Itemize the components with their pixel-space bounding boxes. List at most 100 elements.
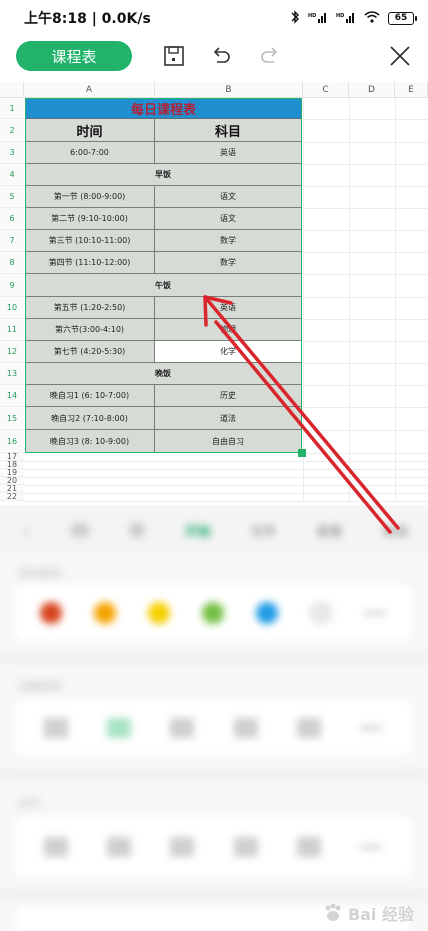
time-cell-row-7[interactable]: 第三节 (10:10-11:00): [25, 230, 155, 252]
panel-tab-file[interactable]: 文件: [251, 521, 277, 540]
emoji-icon[interactable]: [129, 522, 146, 538]
color-orange[interactable]: [94, 601, 116, 624]
row-header-22[interactable]: 22: [0, 492, 24, 501]
watermark-text: Bai 经验: [347, 905, 414, 924]
row-header-10[interactable]: 10: [0, 297, 24, 319]
undo-icon[interactable]: [207, 42, 235, 70]
row-header-4[interactable]: 4: [0, 164, 24, 186]
paw-icon: [325, 903, 341, 921]
time-cell-row-6[interactable]: 第二节 (9:10-10:00): [25, 208, 155, 230]
align-option-5[interactable]: [296, 837, 321, 857]
time-cell-row-5[interactable]: 第一节 (8:00-9:00): [25, 186, 155, 208]
panel-tab-start[interactable]: 开始: [185, 521, 211, 540]
row-header-1[interactable]: 1: [0, 98, 24, 119]
save-icon[interactable]: [160, 42, 188, 70]
baidu-watermark: Bai 经验: [322, 901, 414, 925]
time-cell-row-11[interactable]: 第六节(3:00-4:10): [25, 319, 155, 341]
subject-cell-row-16[interactable]: 自由自习: [155, 430, 302, 453]
align-option-1[interactable]: [43, 837, 68, 857]
row-header-7[interactable]: 7: [0, 230, 24, 252]
header-subject-cell[interactable]: 科目: [155, 119, 302, 142]
collapse-icon[interactable]: ⌄: [20, 522, 32, 538]
merged-cell-row-4[interactable]: 早饭: [25, 164, 302, 186]
row-header-6[interactable]: 6: [0, 208, 24, 230]
svg-text:HD: HD: [308, 13, 316, 19]
more-align-icon[interactable]: [360, 845, 383, 849]
status-bar: 上午8:18 | 0.0K/s HD HD 65: [0, 0, 428, 36]
corner-cell[interactable]: [0, 82, 24, 98]
more-border-icon[interactable]: [360, 725, 383, 730]
status-time-speed: 上午8:18 | 0.0K/s: [24, 11, 151, 27]
subject-cell-row-14[interactable]: 历史: [155, 385, 302, 407]
row-header-13[interactable]: 13: [0, 363, 24, 385]
color-red[interactable]: [40, 601, 62, 624]
row-header-15[interactable]: 15: [0, 407, 24, 430]
panel-tab-view[interactable]: 查看: [316, 521, 342, 540]
panel-tab-row: ⌄ 开始 文件 查看 审阅: [0, 505, 428, 555]
row-header-9[interactable]: 9: [0, 274, 24, 297]
row-header-11[interactable]: 11: [0, 319, 24, 341]
subject-cell-row-7[interactable]: 数学: [155, 230, 302, 252]
subject-cell-row-12[interactable]: 化学: [155, 341, 302, 363]
format-panel: ⌄ 开始 文件 查看 审阅 填充颜色 边框类型 对齐 Bai 经验: [0, 505, 428, 931]
row-header-2[interactable]: 2: [0, 119, 24, 142]
column-header-b[interactable]: B: [155, 82, 303, 98]
selection-handle[interactable]: [298, 449, 306, 457]
subject-cell-row-11[interactable]: 物理: [155, 319, 302, 341]
subject-cell-row-5[interactable]: 语文: [155, 186, 302, 208]
spreadsheet-area[interactable]: A B C D E 1 2 3 4 5 6 7 8 9 10 11 12 13 14 15 16 17 18 19 2…: [0, 82, 428, 502]
redo-icon[interactable]: [256, 42, 284, 70]
row-header-8[interactable]: 8: [0, 252, 24, 274]
column-header-a[interactable]: A: [24, 82, 155, 98]
border-option-3[interactable]: [170, 717, 195, 738]
subject-cell-row-8[interactable]: 数学: [155, 252, 302, 274]
merged-cell-row-9[interactable]: 午饭: [25, 274, 302, 297]
bluetooth-icon: [290, 9, 300, 27]
row-header-16[interactable]: 16: [0, 430, 24, 453]
header-time-cell[interactable]: 时间: [25, 119, 155, 142]
column-header-d[interactable]: D: [349, 82, 395, 98]
align-option-4[interactable]: [233, 837, 258, 857]
time-cell-row-3[interactable]: 6:00-7:00: [25, 142, 155, 164]
align-row: [14, 817, 412, 877]
border-option-1[interactable]: [43, 717, 68, 738]
subject-cell-row-3[interactable]: 英语: [155, 142, 302, 164]
subject-cell-row-10[interactable]: 英语: [155, 297, 302, 319]
section-label-align: 对齐: [18, 797, 40, 810]
border-option-5[interactable]: [296, 717, 321, 738]
keyboard-icon[interactable]: [71, 523, 90, 537]
row-header-12[interactable]: 12: [0, 341, 24, 363]
color-yellow[interactable]: [148, 601, 170, 624]
color-green[interactable]: [202, 601, 224, 624]
merged-cell-row-13[interactable]: 晚饭: [25, 363, 302, 385]
time-cell-row-8[interactable]: 第四节 (11:10-12:00): [25, 252, 155, 274]
color-none[interactable]: [310, 601, 332, 624]
color-blue[interactable]: [256, 601, 278, 624]
subject-cell-row-15[interactable]: 道法: [155, 407, 302, 430]
border-type-row: [14, 700, 412, 755]
panel-tab-review[interactable]: 审阅: [382, 521, 408, 540]
column-header-e[interactable]: E: [395, 82, 428, 98]
close-icon[interactable]: [386, 42, 414, 70]
align-option-2[interactable]: [106, 837, 131, 857]
course-table-button[interactable]: 课程表: [16, 41, 132, 71]
battery-icon: 65: [388, 11, 417, 25]
row-header-3[interactable]: 3: [0, 142, 24, 164]
more-colors-icon[interactable]: [364, 610, 386, 615]
time-cell-row-15[interactable]: 晚自习2 (7:10-8:00): [25, 407, 155, 430]
time-cell-row-16[interactable]: 晚自习3 (8: 10-9:00): [25, 430, 155, 453]
row-header-5[interactable]: 5: [0, 186, 24, 208]
subject-cell-row-6[interactable]: 语文: [155, 208, 302, 230]
row-header-14[interactable]: 14: [0, 385, 24, 407]
signal-icon-2: HD: [336, 11, 356, 26]
border-option-4[interactable]: [233, 717, 258, 738]
border-option-2[interactable]: [106, 717, 131, 738]
time-cell-row-10[interactable]: 第五节 (1:20-2:50): [25, 297, 155, 319]
title-cell[interactable]: 每日课程表: [25, 98, 302, 119]
align-option-3[interactable]: [170, 837, 195, 857]
wifi-icon: [364, 10, 380, 26]
time-cell-row-12[interactable]: 第七节 (4:20-5:30): [25, 341, 155, 363]
time-cell-row-14[interactable]: 晚自习1 (6: 10-7:00): [25, 385, 155, 407]
column-header-c[interactable]: C: [303, 82, 349, 98]
status-icons: HD HD 65: [290, 9, 417, 27]
